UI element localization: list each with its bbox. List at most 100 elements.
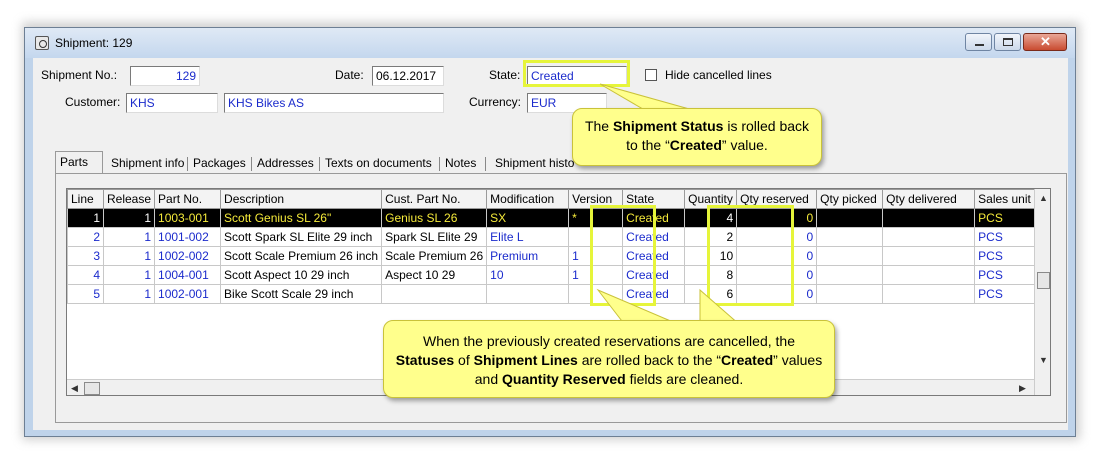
scroll-left-icon[interactable]: ◀ — [71, 383, 78, 394]
table-cell[interactable]: 1 — [102, 208, 156, 228]
column-header[interactable]: State — [622, 189, 686, 209]
column-header[interactable]: Line — [67, 189, 104, 209]
table-cell[interactable]: 4 — [684, 208, 738, 228]
table-cell[interactable]: 0 — [736, 284, 818, 304]
table-cell[interactable]: 2 — [684, 227, 738, 247]
table-cell[interactable]: 2 — [67, 227, 104, 247]
table-cell[interactable] — [486, 284, 570, 304]
table-cell[interactable]: Created — [622, 284, 686, 304]
scroll-right-icon[interactable]: ▶ — [1019, 383, 1026, 394]
table-cell[interactable] — [816, 227, 884, 247]
table-row[interactable]: 5 1 1002-001 Bike Scott Scale 29 inch Create… — [67, 284, 1035, 304]
table-cell[interactable] — [882, 246, 976, 266]
table-cell[interactable]: Created — [622, 246, 686, 266]
table-cell[interactable]: Scott Spark SL Elite 29 inch — [220, 227, 383, 247]
table-cell[interactable]: Created — [622, 265, 686, 285]
column-header[interactable]: Qty delivered — [882, 189, 976, 209]
table-cell[interactable]: 6 — [684, 284, 738, 304]
table-cell[interactable]: 1002-001 — [154, 284, 222, 304]
table-row[interactable]: 4 1 1004-001 Scott Aspect 10 29 inch Aspect … — [67, 265, 1035, 285]
table-cell[interactable]: Scott Aspect 10 29 inch — [220, 265, 383, 285]
table-cell[interactable]: 4 — [67, 265, 104, 285]
tab-parts[interactable]: Parts — [55, 151, 103, 173]
table-cell[interactable]: 8 — [684, 265, 738, 285]
column-header[interactable]: Quantity — [684, 189, 738, 209]
table-cell[interactable] — [882, 265, 976, 285]
table-cell[interactable]: PCS — [974, 227, 1035, 247]
table-cell[interactable]: PCS — [974, 284, 1035, 304]
table-row[interactable]: 3 1 1002-002 Scott Scale Premium 26 inch Sca… — [67, 246, 1035, 266]
table-cell[interactable] — [816, 246, 884, 266]
minimize-button[interactable] — [965, 33, 992, 51]
table-row[interactable]: 1 1 1003-001 Scott Genius SL 26" Genius SL 2… — [67, 208, 1035, 228]
scroll-down-icon[interactable]: ▼ — [1039, 355, 1048, 365]
customer-code-field[interactable]: KHS — [126, 93, 218, 113]
table-cell[interactable]: Scott Scale Premium 26 inch — [220, 246, 383, 266]
table-cell[interactable]: 0 — [736, 246, 818, 266]
column-header[interactable]: Version — [568, 189, 624, 209]
table-cell[interactable]: 10 — [486, 265, 570, 285]
table-cell[interactable]: 1003-001 — [154, 208, 222, 228]
table-cell[interactable]: 1 — [102, 284, 156, 304]
state-field[interactable]: Created — [527, 66, 627, 86]
table-cell[interactable]: Created — [622, 227, 686, 247]
table-cell[interactable]: Created — [622, 208, 686, 228]
table-cell[interactable]: 1 — [102, 265, 156, 285]
table-cell[interactable] — [568, 227, 624, 247]
table-cell[interactable]: PCS — [974, 265, 1035, 285]
table-cell[interactable]: Spark SL Elite 29 — [381, 227, 488, 247]
tab-texts-on-documents[interactable]: Texts on documents — [321, 153, 436, 173]
column-header[interactable]: Release — [102, 189, 156, 209]
customer-name-field[interactable]: KHS Bikes AS — [224, 93, 444, 113]
table-cell[interactable] — [816, 284, 884, 304]
hide-cancelled-checkbox[interactable] — [645, 69, 657, 81]
vertical-scrollbar[interactable]: ▲ ▼ — [1034, 189, 1050, 395]
table-cell[interactable]: Premium — [486, 246, 570, 266]
date-field[interactable]: 06.12.2017 — [372, 66, 444, 86]
shipment-no-field[interactable]: 129 — [130, 66, 200, 86]
table-cell[interactable]: 0 — [736, 208, 818, 228]
column-header[interactable]: Cust. Part No. — [381, 189, 488, 209]
tab-shipment-info[interactable]: Shipment info — [107, 153, 188, 173]
tab-packages[interactable]: Packages — [189, 153, 250, 173]
close-button[interactable]: ✕ — [1023, 33, 1067, 51]
table-cell[interactable]: PCS — [974, 208, 1035, 228]
table-cell[interactable]: SX — [486, 208, 570, 228]
column-header[interactable]: Part No. — [154, 189, 222, 209]
table-cell[interactable]: 1 — [102, 227, 156, 247]
table-cell[interactable]: Elite L — [486, 227, 570, 247]
table-cell[interactable]: Bike Scott Scale 29 inch — [220, 284, 383, 304]
table-cell[interactable]: 1 — [568, 246, 624, 266]
column-header[interactable]: Qty picked — [816, 189, 884, 209]
table-cell[interactable]: 10 — [684, 246, 738, 266]
tab-addresses[interactable]: Addresses — [253, 153, 318, 173]
table-cell[interactable] — [816, 265, 884, 285]
table-row[interactable]: 2 1 1001-002 Scott Spark SL Elite 29 inch Sp… — [67, 227, 1035, 247]
table-cell[interactable]: 5 — [67, 284, 104, 304]
maximize-button[interactable] — [994, 33, 1021, 51]
table-cell[interactable] — [381, 284, 488, 304]
table-cell[interactable]: 0 — [736, 265, 818, 285]
table-cell[interactable]: 1 — [67, 208, 104, 228]
table-cell[interactable]: 1 — [568, 265, 624, 285]
scroll-up-icon[interactable]: ▲ — [1039, 193, 1048, 203]
column-header[interactable]: Qty reserved — [736, 189, 818, 209]
table-cell[interactable]: 3 — [67, 246, 104, 266]
table-cell[interactable] — [882, 227, 976, 247]
column-header[interactable]: Modification — [486, 189, 570, 209]
table-cell[interactable]: Scott Genius SL 26" — [220, 208, 383, 228]
table-cell[interactable] — [816, 208, 884, 228]
table-cell[interactable]: Genius SL 26 — [381, 208, 488, 228]
table-cell[interactable]: 1001-002 — [154, 227, 222, 247]
table-cell[interactable] — [882, 208, 976, 228]
table-cell[interactable]: Scale Premium 26 — [381, 246, 488, 266]
table-cell[interactable]: 1 — [102, 246, 156, 266]
table-cell[interactable]: 0 — [736, 227, 818, 247]
table-cell[interactable] — [568, 284, 624, 304]
table-cell[interactable] — [882, 284, 976, 304]
tab-shipment-history[interactable]: Shipment histo — [491, 153, 578, 173]
table-cell[interactable]: * — [568, 208, 624, 228]
column-header[interactable]: Description — [220, 189, 383, 209]
column-header[interactable]: Sales unit — [974, 189, 1035, 209]
table-cell[interactable]: 1002-002 — [154, 246, 222, 266]
